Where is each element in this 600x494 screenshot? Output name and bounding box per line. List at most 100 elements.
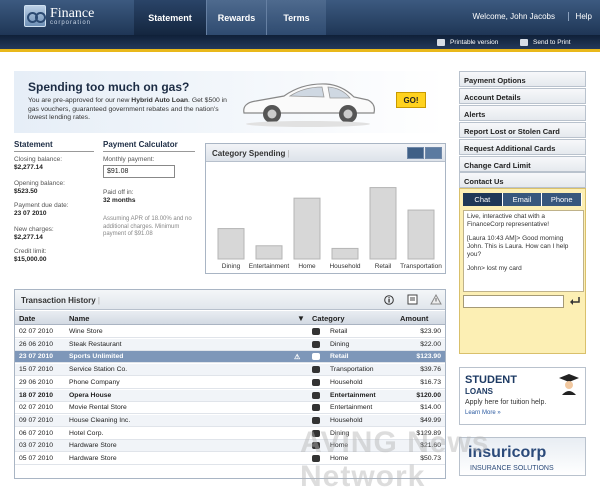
sub-toolbar: Printable version Send to Print — [0, 35, 600, 52]
row-name: Opera House — [69, 391, 112, 399]
bar-household[interactable] — [331, 247, 359, 260]
row-date: 06 07 2010 — [19, 429, 54, 437]
row-name: Wine Store — [69, 328, 103, 335]
brand-mark-icon — [24, 5, 46, 27]
printer-icon — [437, 39, 445, 46]
credit-limit: Credit limit: $15,000.00 — [14, 248, 47, 263]
warning-icon[interactable] — [430, 294, 442, 305]
tab-rewards[interactable]: Rewards — [206, 0, 266, 35]
student-tagline: Apply here for tuition help. — [465, 399, 547, 406]
row-name: Movie Rental Store — [69, 404, 127, 412]
sort-down-icon[interactable]: ▼ — [297, 314, 305, 323]
row-category: Entertainment — [330, 404, 373, 412]
pie-chart-toggle-icon[interactable] — [425, 147, 442, 159]
table-row[interactable]: 02 07 2010 Movie Rental Store Entertainmen… — [15, 402, 445, 415]
category-icon — [312, 366, 320, 374]
student-loans-ad[interactable]: STUDENT LOANS Apply here for tuition hel… — [459, 367, 586, 425]
tick-label-home: Home — [298, 263, 316, 270]
welcome-text: Welcome, John Jacobs — [472, 12, 555, 21]
row-amount: $23.90 — [420, 328, 441, 335]
row-name: House Cleaning Inc. — [69, 416, 131, 424]
table-row[interactable]: 18 07 2010 Opera House Entertainment $120.0… — [15, 389, 445, 402]
transaction-column-header: Date Name ▼ Category Amount — [15, 311, 445, 325]
calculator-note: Assuming APR of 18.00% and no additional… — [103, 216, 192, 237]
row-date: 23 07 2010 — [19, 353, 54, 361]
info-icon[interactable] — [384, 295, 394, 305]
sidebar-item-contact-us[interactable]: Contact Us — [459, 172, 586, 188]
table-row[interactable]: 23 07 2010 Sports Unlimited Retail $123.90 ⚠ — [15, 351, 445, 364]
sidebar-item-change-limit[interactable]: Change Card Limit — [459, 156, 586, 172]
row-category: Dining — [330, 340, 350, 348]
promo-body: You are pre-approved for our new Hybrid … — [28, 97, 227, 121]
row-category: Transportation — [330, 366, 374, 374]
category-icon — [312, 353, 320, 361]
payment-due-date: Payment due date: 23 07 2010 — [14, 202, 69, 217]
row-amount: $120.00 — [416, 391, 441, 399]
learn-more-link[interactable]: Learn More » — [465, 410, 501, 416]
help-link[interactable]: Help — [567, 12, 592, 21]
row-name: Sports Unlimited — [69, 353, 124, 361]
bar-chart-toggle-icon[interactable] — [407, 147, 424, 159]
row-date: 15 07 2010 — [19, 366, 54, 374]
table-row[interactable]: 15 07 2010 Service Station Co. Transportat… — [15, 364, 445, 377]
chat-widget: Chat Email Phone Live, interactive chat … — [459, 188, 586, 354]
student-sub: LOANS — [465, 387, 493, 396]
sidebar-item-account-details[interactable]: Account Details — [459, 88, 586, 104]
bar-entertainment[interactable] — [255, 245, 283, 260]
row-name: Steak Restaurant — [69, 340, 122, 348]
table-row[interactable]: 26 06 2010 Steak Restaurant Dining $22.00 — [15, 338, 445, 351]
transaction-title: Transaction History | — [15, 290, 445, 310]
bar-transportation[interactable] — [407, 209, 435, 260]
category-icon — [312, 391, 320, 399]
promo-banner[interactable]: Spending too much on gas? You are pre-ap… — [14, 71, 446, 133]
col-name[interactable]: Name — [69, 314, 89, 323]
row-name: Hardware Store — [69, 442, 117, 450]
row-amount: $123.90 — [416, 353, 441, 361]
notes-icon[interactable] — [407, 294, 418, 305]
chat-tab[interactable]: Chat — [463, 193, 503, 206]
printable-version-label: Printable version — [450, 39, 499, 46]
row-date: 26 06 2010 — [19, 340, 54, 348]
brand-name: Finance — [50, 5, 95, 21]
email-tab[interactable]: Email — [502, 193, 543, 206]
paid-off: Paid off in: 32 months — [103, 189, 136, 204]
tab-terms[interactable]: Terms — [266, 0, 326, 35]
watermark: AVING News Network — [300, 426, 490, 493]
send-arrow-icon[interactable] — [569, 296, 581, 306]
row-warning-icon: ⚠ — [294, 354, 301, 362]
table-row[interactable]: 29 06 2010 Phone Company Household $16.73 — [15, 377, 445, 389]
brand-sub: corporation — [50, 19, 92, 26]
new-charges: New charges: $2,277.14 — [14, 226, 54, 241]
row-amount: $39.76 — [420, 366, 441, 374]
row-amount: $16.73 — [420, 378, 441, 386]
category-bar-chart: Dining Entertainment Home Household Retail Tr… — [217, 187, 442, 270]
col-amount[interactable]: Amount — [400, 314, 428, 323]
promo-go-button[interactable]: GO! — [396, 92, 426, 108]
printable-version-link[interactable]: Printable version — [437, 39, 498, 46]
sidebar-item-alerts[interactable]: Alerts — [459, 105, 586, 121]
chat-message-input[interactable] — [463, 295, 564, 308]
tab-statement[interactable]: Statement — [134, 0, 206, 35]
col-category[interactable]: Category — [312, 314, 345, 323]
tick-label-retail: Retail — [375, 263, 392, 270]
row-date: 29 06 2010 — [19, 378, 54, 386]
bar-dining[interactable] — [217, 228, 245, 260]
row-category: Entertainment — [330, 391, 376, 399]
send-to-print-link[interactable]: Send to Print — [520, 39, 571, 46]
sidebar-item-report-lost-card[interactable]: Report Lost or Stolen Card — [459, 122, 586, 138]
bar-retail[interactable] — [369, 187, 397, 260]
monthly-payment-input[interactable]: $91.08 — [103, 165, 175, 178]
row-name: Phone Company — [69, 378, 120, 386]
send-to-print-label: Send to Print — [533, 39, 571, 46]
sidebar-item-request-cards[interactable]: Request Additional Cards — [459, 139, 586, 155]
row-category: Retail — [330, 328, 348, 335]
phone-tab[interactable]: Phone — [542, 193, 583, 206]
row-amount: $22.00 — [420, 340, 441, 348]
tick-label-dining: Dining — [222, 263, 241, 270]
student-title: STUDENT — [465, 374, 517, 386]
brand-logo[interactable]: Finance corporation — [24, 5, 94, 27]
col-date[interactable]: Date — [19, 314, 35, 323]
table-row[interactable]: 02 07 2010 Wine Store Retail $23.90 — [15, 326, 445, 338]
sidebar-item-payment-options[interactable]: Payment Options — [459, 71, 586, 87]
bar-home[interactable] — [293, 197, 321, 260]
